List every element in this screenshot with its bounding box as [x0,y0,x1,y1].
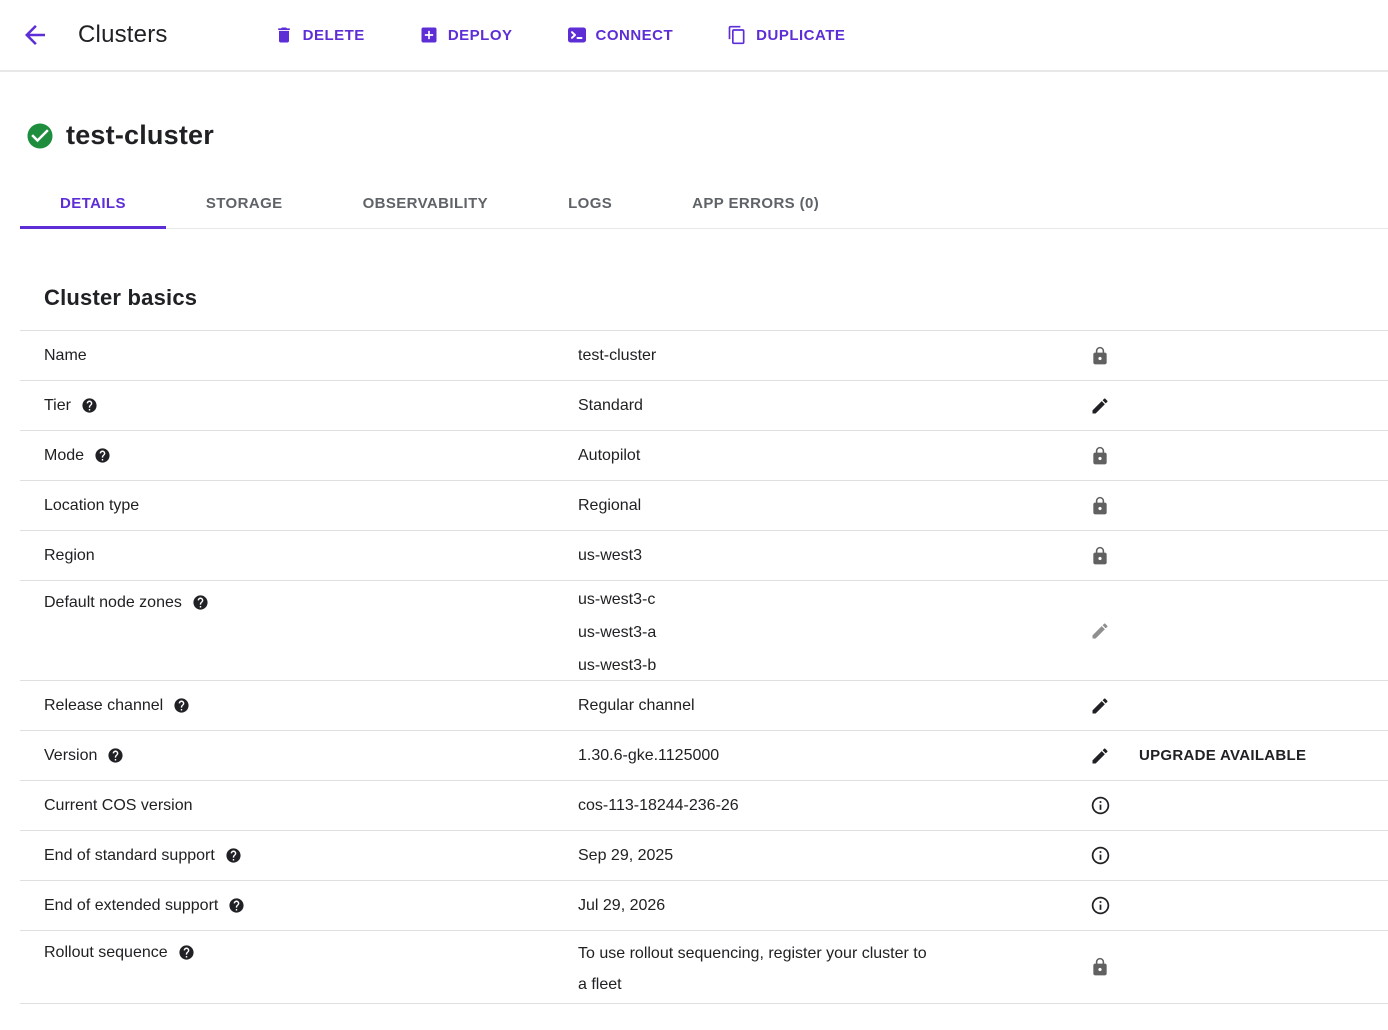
check-circle-icon [25,121,55,151]
row-value: Jul 29, 2026 [578,897,665,915]
connect-button-label: CONNECT [596,27,674,44]
delete-button[interactable]: DELETE [274,25,365,45]
lock-icon [1090,346,1110,366]
help-icon[interactable] [192,594,209,611]
lock-icon [1090,446,1110,466]
connect-button[interactable]: CONNECT [567,25,674,45]
trash-icon [274,25,294,45]
help-icon[interactable] [107,747,124,764]
table-row-name: Name test-cluster [20,330,1388,380]
row-label: Region [44,547,95,565]
lock-icon [1090,957,1110,977]
help-icon[interactable] [228,897,245,914]
table-row-location-type: Location type Regional [20,480,1388,530]
page-title: Clusters [78,21,168,49]
row-label: Location type [44,497,139,515]
edit-icon-disabled [1090,621,1110,641]
table-row-end-of-extended-support: End of extended support Jul 29, 2026 [20,880,1388,930]
duplicate-button-label: DUPLICATE [756,27,845,44]
row-label: Version [44,747,97,765]
row-label: End of standard support [44,847,215,865]
table-row-rollout-sequence: Rollout sequence To use rollout sequenci… [20,930,1388,1003]
back-button[interactable] [14,14,56,56]
tab-app-errors[interactable]: APP ERRORS (0) [652,178,859,228]
row-label: Mode [44,447,84,465]
table-row-mode: Mode Autopilot [20,430,1388,480]
row-value: us-west3-c us-west3-a us-west3-b [578,581,656,682]
row-value: Standard [578,397,643,415]
table-row-release-channel: Release channel Regular channel [20,680,1388,730]
row-value: us-west3 [578,547,642,565]
row-label: Current COS version [44,797,193,815]
row-value: cos-113-18244-236-26 [578,797,739,815]
terminal-icon [567,25,587,45]
arrow-back-icon [20,20,50,50]
add-box-icon [419,25,439,45]
cluster-name: test-cluster [66,120,214,151]
help-icon[interactable] [94,447,111,464]
cluster-header: test-cluster [25,120,1388,151]
duplicate-button[interactable]: DUPLICATE [727,25,845,45]
table-row-region: Region us-west3 [20,530,1388,580]
edit-icon[interactable] [1090,746,1110,766]
table-row-current-cos-version: Current COS version cos-113-18244-236-26 [20,780,1388,830]
tab-storage[interactable]: STORAGE [166,178,323,228]
info-icon[interactable] [1090,845,1111,866]
app-toolbar: Clusters DELETE DEPLOY CONNECT DUPLICATE [0,0,1388,72]
tab-bar: DETAILS STORAGE OBSERVABILITY LOGS APP E… [20,178,1388,229]
lock-icon [1090,496,1110,516]
toolbar-actions: DELETE DEPLOY CONNECT DUPLICATE [274,25,846,45]
table-row-tier: Tier Standard [20,380,1388,430]
help-icon[interactable] [81,397,98,414]
edit-icon[interactable] [1090,696,1110,716]
row-value: test-cluster [578,347,656,365]
help-icon[interactable] [173,697,190,714]
tab-observability[interactable]: OBSERVABILITY [323,178,529,228]
edit-icon[interactable] [1090,396,1110,416]
row-value: Autopilot [578,447,640,465]
table-row-end-of-standard-support: End of standard support Sep 29, 2025 [20,830,1388,880]
row-label: Rollout sequence [44,944,168,962]
lock-icon [1090,546,1110,566]
row-label: Release channel [44,697,163,715]
table-row-version: Version 1.30.6-gke.1125000 UPGRADE AVAIL… [20,730,1388,780]
row-value: To use rollout sequencing, register your… [578,931,927,1000]
row-label: Name [44,347,87,365]
cluster-basics-table: Name test-cluster Tier Standard Mode Aut… [20,330,1388,1004]
tab-details[interactable]: DETAILS [20,178,166,228]
row-label: Default node zones [44,594,182,612]
row-label: Tier [44,397,71,415]
delete-button-label: DELETE [303,27,365,44]
help-icon[interactable] [225,847,242,864]
info-icon[interactable] [1090,895,1111,916]
help-icon[interactable] [178,944,195,961]
row-value: Regional [578,497,641,515]
info-icon[interactable] [1090,795,1111,816]
deploy-button-label: DEPLOY [448,27,513,44]
duplicate-icon [727,25,747,45]
upgrade-available-link[interactable]: UPGRADE AVAILABLE [1139,747,1306,764]
row-value: 1.30.6-gke.1125000 [578,747,719,765]
row-label: End of extended support [44,897,218,915]
row-value: Sep 29, 2025 [578,847,673,865]
row-value: Regular channel [578,697,695,715]
table-row-default-node-zones: Default node zones us-west3-c us-west3-a… [20,580,1388,680]
deploy-button[interactable]: DEPLOY [419,25,513,45]
section-title: Cluster basics [44,285,1388,311]
tab-logs[interactable]: LOGS [528,178,652,228]
